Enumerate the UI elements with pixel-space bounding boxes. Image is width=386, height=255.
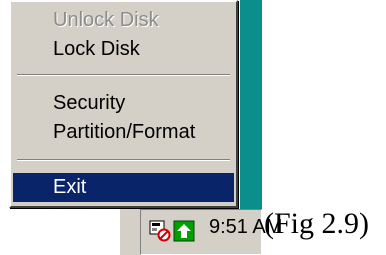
menu-item-security[interactable]: Security <box>13 89 234 118</box>
menu-separator <box>17 159 230 161</box>
menu-item-lock-disk[interactable]: Lock Disk <box>13 35 234 64</box>
context-menu: Unlock Disk Lock Disk Security Partition… <box>9 0 238 208</box>
update-arrow-icon[interactable] <box>173 220 195 242</box>
system-tray: 9:51 AM <box>140 209 282 255</box>
figure-caption: (Fig 2.9) <box>264 207 369 240</box>
disk-lock-icon[interactable] <box>149 220 171 242</box>
menu-separator <box>17 74 230 76</box>
menu-item-unlock-disk: Unlock Disk <box>53 9 159 31</box>
taskbar-tray: 9:51 AM <box>120 209 282 255</box>
menu-item-exit[interactable]: Exit <box>13 173 234 202</box>
menu-item-partition-format[interactable]: Partition/Format <box>13 118 234 147</box>
